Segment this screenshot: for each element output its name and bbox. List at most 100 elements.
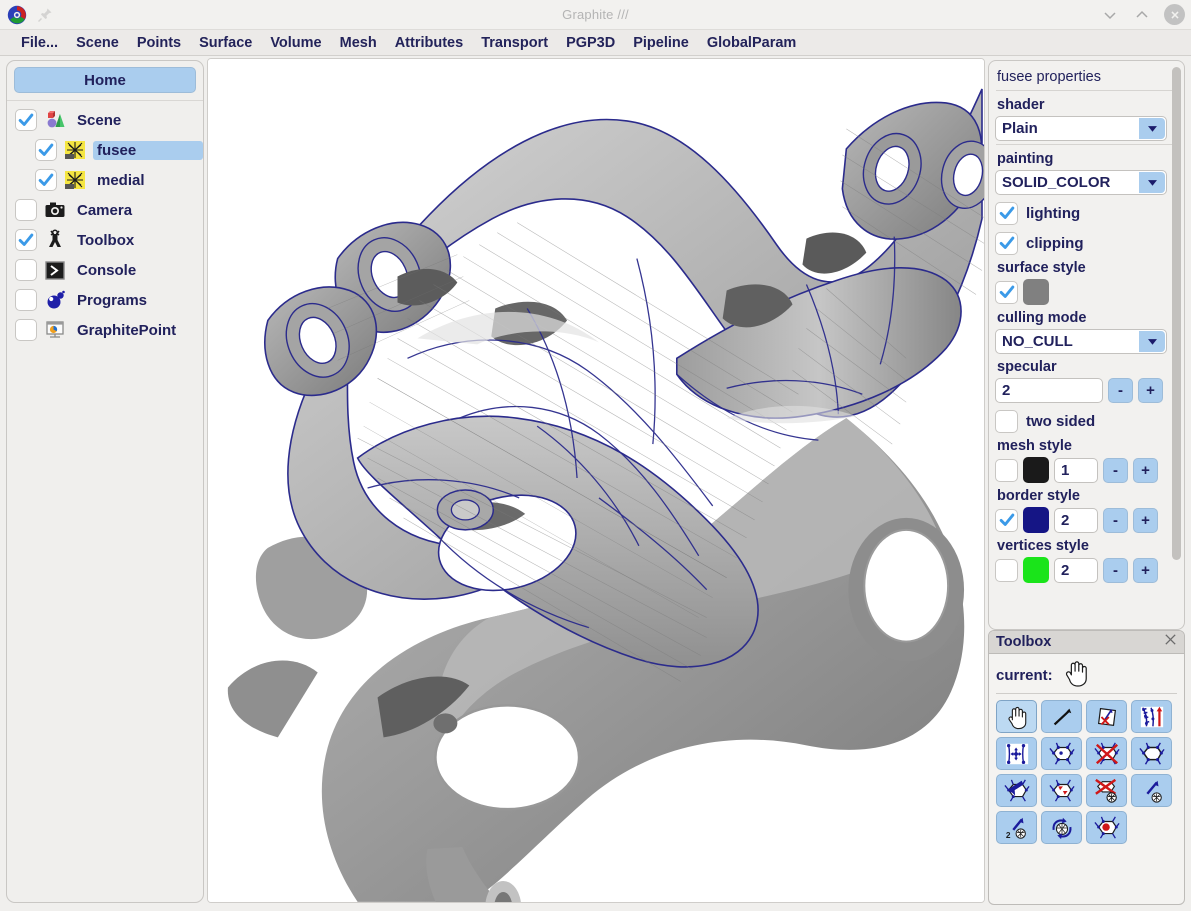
- mesh-width-input[interactable]: 1: [1054, 457, 1098, 483]
- menu-pgp3d[interactable]: PGP3D: [557, 32, 624, 54]
- toolbox-body: current: 2: [989, 654, 1184, 844]
- border-style-checkbox[interactable]: [995, 508, 1018, 532]
- chevron-down-icon[interactable]: [1139, 172, 1165, 193]
- vertices-plus-button[interactable]: +: [1133, 557, 1158, 583]
- tool-mark-facet[interactable]: [1086, 811, 1127, 844]
- mesh-plus-button[interactable]: +: [1133, 457, 1158, 483]
- surface-color-swatch[interactable]: [1023, 279, 1049, 305]
- sidebar-item-fusee[interactable]: fusee: [7, 135, 203, 165]
- mesh-color-swatch[interactable]: [1023, 457, 1049, 483]
- surface-style-row: [995, 279, 1179, 305]
- vertices-size-input[interactable]: 2: [1054, 557, 1098, 583]
- two-sided-checkbox[interactable]: [995, 409, 1018, 433]
- menu-scene[interactable]: Scene: [67, 32, 128, 54]
- tool-select-second-object[interactable]: 2: [996, 811, 1037, 844]
- divider: [996, 144, 1178, 145]
- sidebar-item-graphitepoint[interactable]: GraphitePoint: [7, 315, 203, 345]
- minimize-button[interactable]: [1100, 5, 1120, 25]
- specular-plus-button[interactable]: +: [1138, 378, 1163, 403]
- mesh-style-checkbox[interactable]: [995, 458, 1018, 482]
- scrollbar-thumb[interactable]: [1172, 67, 1181, 560]
- checkbox-medial[interactable]: [35, 169, 57, 191]
- chevron-down-icon[interactable]: [1139, 118, 1165, 139]
- menu-volume[interactable]: Volume: [261, 32, 330, 54]
- culling-mode-dropdown[interactable]: NO_CULL: [995, 329, 1167, 354]
- shader-dropdown[interactable]: Plain: [995, 116, 1167, 141]
- sidebar-item-toolbox[interactable]: Toolbox: [7, 225, 203, 255]
- menu-points[interactable]: Points: [128, 32, 190, 54]
- tool-rotate-object[interactable]: [1041, 811, 1082, 844]
- divider: [996, 90, 1178, 91]
- lighting-checkbox[interactable]: [995, 201, 1018, 225]
- vertices-style-checkbox[interactable]: [995, 558, 1018, 582]
- menu-surface[interactable]: Surface: [190, 32, 261, 54]
- menu-transport[interactable]: Transport: [472, 32, 557, 54]
- checkbox-camera[interactable]: [15, 199, 37, 221]
- sidebar-item-scene[interactable]: Scene: [7, 105, 203, 135]
- checkbox-fusee[interactable]: [35, 139, 57, 161]
- specular-input[interactable]: 2: [995, 378, 1103, 403]
- sidebar-item-camera[interactable]: Camera: [7, 195, 203, 225]
- graphitepoint-icon: [44, 319, 66, 341]
- tool-split-region[interactable]: [1131, 700, 1172, 733]
- checkbox-toolbox[interactable]: [15, 229, 37, 251]
- menu-attributes[interactable]: Attributes: [386, 32, 472, 54]
- tool-unglue-facet[interactable]: [1086, 774, 1127, 807]
- divider: [996, 693, 1177, 694]
- border-width-input[interactable]: 2: [1054, 507, 1098, 533]
- tool-select-object[interactable]: [1131, 774, 1172, 807]
- border-color-swatch[interactable]: [1023, 507, 1049, 533]
- sidebar-item-programs[interactable]: Programs: [7, 285, 203, 315]
- checkbox-programs[interactable]: [15, 289, 37, 311]
- mark-facet-tool-icon: [1093, 816, 1120, 839]
- unglue-facet-tool-icon: [1094, 778, 1117, 803]
- tool-remove-facet[interactable]: [1086, 737, 1127, 770]
- clipping-checkbox[interactable]: [995, 231, 1018, 255]
- window-controls: [1100, 0, 1185, 29]
- culling-mode-value: NO_CULL: [1002, 333, 1073, 350]
- shader-label: shader: [997, 97, 1045, 113]
- 3d-viewport[interactable]: [207, 58, 985, 903]
- sidebar-item-console[interactable]: Console: [7, 255, 203, 285]
- tool-edit-facet[interactable]: [1131, 737, 1172, 770]
- vertices-color-swatch[interactable]: [1023, 557, 1049, 583]
- tool-paint-facet[interactable]: [1041, 774, 1082, 807]
- properties-title: fusee properties: [997, 69, 1101, 85]
- surface-style-checkbox[interactable]: [995, 280, 1018, 304]
- maximize-button[interactable]: [1132, 5, 1152, 25]
- toolbox-panel: Toolbox current: 2: [988, 630, 1185, 905]
- menu-globalparam[interactable]: GlobalParam: [698, 32, 805, 54]
- close-button[interactable]: [1164, 4, 1185, 25]
- tool-create-facet[interactable]: [1041, 737, 1082, 770]
- create-facet-tool-icon: [1048, 741, 1075, 765]
- clipping-label: clipping: [1026, 234, 1084, 252]
- tool-pointing-hand[interactable]: [996, 700, 1037, 733]
- chevron-down-icon[interactable]: [1139, 331, 1165, 352]
- tool-grid: 2: [996, 700, 1177, 844]
- border-plus-button[interactable]: +: [1133, 507, 1158, 533]
- menu-mesh[interactable]: Mesh: [331, 32, 386, 54]
- specular-minus-button[interactable]: -: [1108, 378, 1133, 403]
- checkbox-graphitepoint[interactable]: [15, 319, 37, 341]
- menu-pipeline[interactable]: Pipeline: [624, 32, 698, 54]
- toolbox-title: Toolbox: [996, 634, 1052, 650]
- tool-move-vertex[interactable]: [996, 737, 1037, 770]
- paint-facet-tool-icon: [1048, 779, 1075, 802]
- properties-scrollbar[interactable]: [1172, 67, 1181, 619]
- mesh-minus-button[interactable]: -: [1103, 457, 1128, 483]
- pin-icon[interactable]: [36, 6, 54, 24]
- toolbox-close-button[interactable]: [1163, 632, 1178, 652]
- painting-dropdown[interactable]: SOLID_COLOR: [995, 170, 1167, 195]
- sidebar-item-medial[interactable]: medial: [7, 165, 203, 195]
- tool-fill-facet[interactable]: [996, 774, 1037, 807]
- checkbox-scene[interactable]: [15, 109, 37, 131]
- vertices-minus-button[interactable]: -: [1103, 557, 1128, 583]
- painting-value: SOLID_COLOR: [1002, 174, 1111, 191]
- tool-delete-facet[interactable]: [1086, 700, 1127, 733]
- sidebar-item-label-scene: Scene: [77, 111, 122, 129]
- menu-file[interactable]: File...: [12, 32, 67, 54]
- tool-arrow-select[interactable]: [1041, 700, 1082, 733]
- home-button[interactable]: Home: [14, 67, 196, 93]
- border-minus-button[interactable]: -: [1103, 507, 1128, 533]
- checkbox-console[interactable]: [15, 259, 37, 281]
